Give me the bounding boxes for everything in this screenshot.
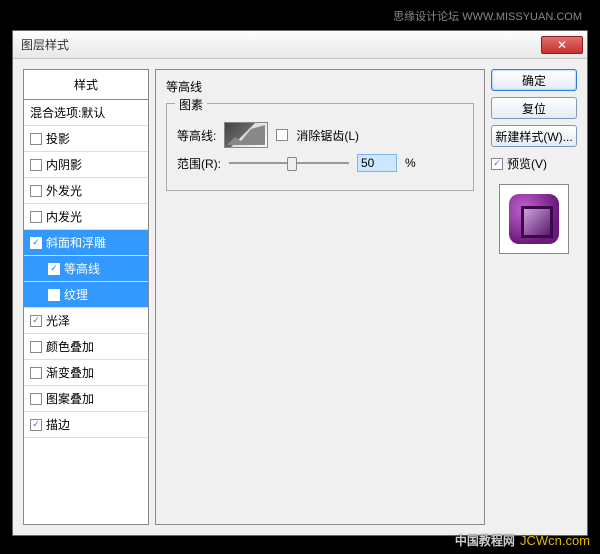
styles-panel: 样式 混合选项:默认 投影内阴影外发光内发光 ✓ 斜面和浮雕 ✓ 等高线纹理 ✓ 光泽颜色叠… xyxy=(23,69,149,525)
style-checkbox[interactable] xyxy=(30,185,42,197)
elements-group: 图素 等高线: 消除锯齿(L) 范围(R): % xyxy=(166,103,474,191)
range-input[interactable] xyxy=(357,154,397,172)
style-row-2[interactable]: 外发光 xyxy=(24,178,148,204)
preview-gem-icon xyxy=(509,194,559,244)
new-style-button[interactable]: 新建样式(W)... xyxy=(491,125,577,147)
new-style-label: 新建样式(W)... xyxy=(495,128,572,145)
style-checkbox[interactable]: ✓ xyxy=(30,315,42,327)
blending-label: 混合选项:默认 xyxy=(30,104,105,121)
antialias-label: 消除锯齿(L) xyxy=(296,127,359,144)
style-checkbox[interactable] xyxy=(30,393,42,405)
watermark-bottom: 中国教程网 JCWcn.com xyxy=(455,529,590,550)
right-panel: 确定 复位 新建样式(W)... ✓ 预览(V) xyxy=(491,69,577,525)
style-checkbox[interactable]: ✓ xyxy=(30,237,42,249)
style-row-10[interactable]: 图案叠加 xyxy=(24,386,148,412)
style-label: 等高线 xyxy=(64,260,100,277)
titlebar: 图层样式 ✕ xyxy=(13,31,587,59)
style-checkbox[interactable] xyxy=(30,367,42,379)
style-row-6[interactable]: 纹理 xyxy=(24,282,148,308)
styles-header: 样式 xyxy=(24,70,148,100)
style-row-1[interactable]: 内阴影 xyxy=(24,152,148,178)
style-label: 外发光 xyxy=(46,182,82,199)
range-slider[interactable] xyxy=(229,155,349,171)
close-icon: ✕ xyxy=(557,38,567,52)
style-checkbox[interactable] xyxy=(30,159,42,171)
style-checkbox[interactable] xyxy=(30,341,42,353)
slider-handle[interactable] xyxy=(287,157,297,171)
style-row-9[interactable]: 渐变叠加 xyxy=(24,360,148,386)
style-checkbox[interactable] xyxy=(30,211,42,223)
ok-label: 确定 xyxy=(522,72,546,89)
ok-button[interactable]: 确定 xyxy=(491,69,577,91)
style-label: 投影 xyxy=(46,130,70,147)
style-label: 纹理 xyxy=(64,286,88,303)
style-label: 颜色叠加 xyxy=(46,338,94,355)
wm-com: JCWcn.com xyxy=(520,533,590,548)
style-row-3[interactable]: 内发光 xyxy=(24,204,148,230)
style-row-8[interactable]: 颜色叠加 xyxy=(24,334,148,360)
style-checkbox[interactable] xyxy=(48,289,60,301)
antialias-checkbox[interactable] xyxy=(276,129,288,141)
preview-checkbox[interactable]: ✓ xyxy=(491,158,503,170)
style-checkbox[interactable]: ✓ xyxy=(30,419,42,431)
wm-cn: 中国教程网 xyxy=(455,534,515,548)
style-row-7[interactable]: ✓ 光泽 xyxy=(24,308,148,334)
style-row-5[interactable]: ✓ 等高线 xyxy=(24,256,148,282)
elements-legend: 图素 xyxy=(175,96,207,113)
close-button[interactable]: ✕ xyxy=(541,36,583,54)
contour-title: 等高线 xyxy=(166,78,474,95)
style-checkbox[interactable]: ✓ xyxy=(48,263,60,275)
style-label: 光泽 xyxy=(46,312,70,329)
style-label: 渐变叠加 xyxy=(46,364,94,381)
blending-options-row[interactable]: 混合选项:默认 xyxy=(24,100,148,126)
style-label: 图案叠加 xyxy=(46,390,94,407)
contour-settings-panel: 等高线 图素 等高线: 消除锯齿(L) 范围(R): xyxy=(155,69,485,525)
style-row-4[interactable]: ✓ 斜面和浮雕 xyxy=(24,230,148,256)
style-label: 描边 xyxy=(46,416,70,433)
style-label: 斜面和浮雕 xyxy=(46,234,106,251)
contour-label: 等高线: xyxy=(177,127,216,144)
percent-label: % xyxy=(405,156,416,170)
watermark-top: 思缘设计论坛 WWW.MISSYUAN.COM xyxy=(393,8,582,24)
style-label: 内阴影 xyxy=(46,156,82,173)
cancel-button[interactable]: 复位 xyxy=(491,97,577,119)
style-label: 内发光 xyxy=(46,208,82,225)
style-row-11[interactable]: ✓ 描边 xyxy=(24,412,148,438)
contour-picker[interactable] xyxy=(224,122,268,148)
layer-style-dialog: 图层样式 ✕ 样式 混合选项:默认 投影内阴影外发光内发光 ✓ 斜面和浮雕 ✓ 等高线纹… xyxy=(12,30,588,536)
style-checkbox[interactable] xyxy=(30,133,42,145)
dialog-title: 图层样式 xyxy=(21,36,541,53)
preview-thumbnail xyxy=(499,184,569,254)
style-row-0[interactable]: 投影 xyxy=(24,126,148,152)
preview-label: 预览(V) xyxy=(507,155,547,172)
range-label: 范围(R): xyxy=(177,155,221,172)
cancel-label: 复位 xyxy=(522,100,546,117)
